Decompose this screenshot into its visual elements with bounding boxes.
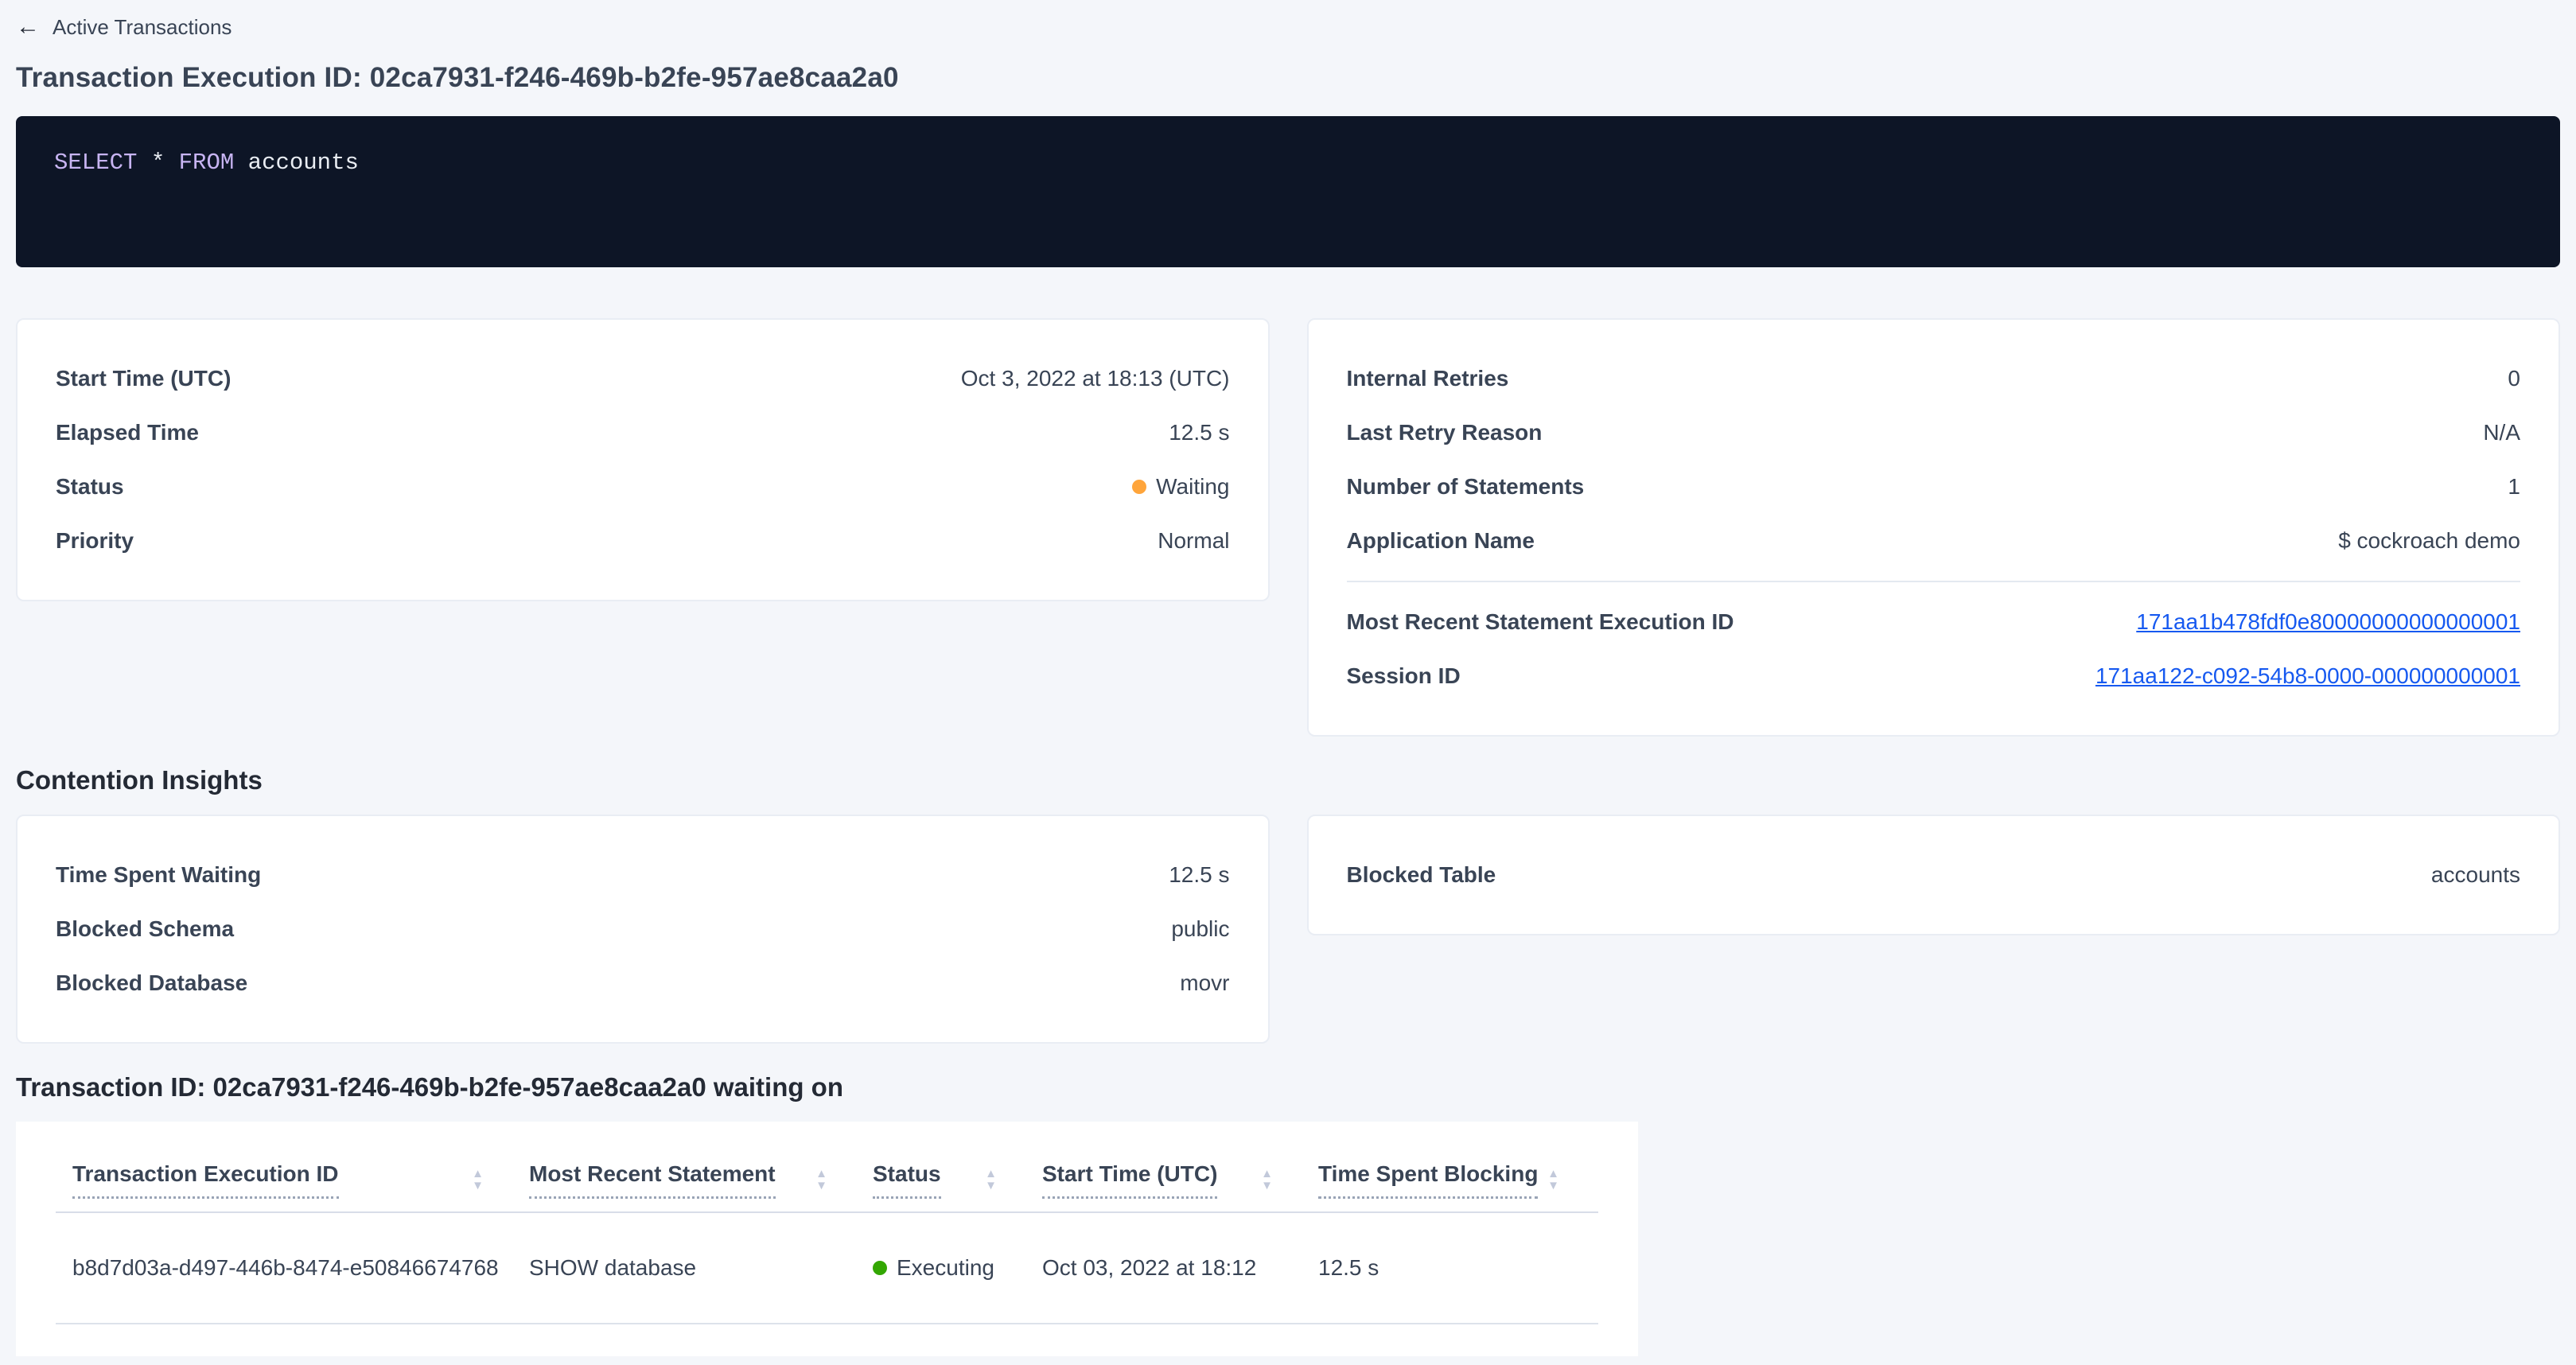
time-spent-waiting-label: Time Spent Waiting	[56, 862, 261, 888]
transaction-details-page: ← Active Transactions Transaction Execut…	[0, 0, 2576, 1356]
executing-status-dot-icon	[873, 1261, 887, 1275]
column-header-start-time[interactable]: Start Time (UTC) ▲▼	[1025, 1161, 1302, 1199]
page-title: Transaction Execution ID: 02ca7931-f246-…	[16, 62, 2560, 94]
status-text: Waiting	[1156, 474, 1229, 500]
blocked-database-row: Blocked Database movr	[56, 956, 1230, 1010]
column-header-most-recent-statement[interactable]: Most Recent Statement ▲▼	[512, 1161, 856, 1199]
application-name-label: Application Name	[1347, 528, 1535, 554]
executing-status-text: Executing	[897, 1255, 994, 1281]
summary-cards-row: Start Time (UTC) Oct 3, 2022 at 18:13 (U…	[16, 318, 2560, 737]
start-time-row: Start Time (UTC) Oct 3, 2022 at 18:13 (U…	[56, 352, 1230, 406]
statement-count-label: Number of Statements	[1347, 474, 1585, 500]
table-row: b8d7d03a-d497-446b-8474-e50846674768 SHO…	[56, 1213, 1598, 1324]
waiting-table-header-row: Transaction Execution ID ▲▼ Most Recent …	[56, 1122, 1598, 1213]
statement-count-row: Number of Statements 1	[1347, 460, 2521, 514]
priority-label: Priority	[56, 528, 134, 554]
session-id-row: Session ID 171aa122-c092-54b8-0000-00000…	[1347, 649, 2521, 703]
sql-statement-box: SELECT * FROM accounts	[16, 116, 2560, 267]
blocked-schema-row: Blocked Schema public	[56, 902, 1230, 956]
blocked-table-row: Blocked Table accounts	[1347, 848, 2521, 902]
card-divider	[1347, 581, 2521, 582]
waiting-on-heading: Transaction ID: 02ca7931-f246-469b-b2fe-…	[16, 1072, 2560, 1102]
sql-table-name: accounts	[248, 150, 359, 176]
statement-count-value: 1	[2508, 474, 2520, 500]
internal-retries-value: 0	[2508, 366, 2520, 391]
contention-cards-row: Time Spent Waiting 12.5 s Blocked Schema…	[16, 815, 2560, 1044]
sql-keyword-from: FROM	[179, 150, 235, 176]
column-header-time-spent-blocking[interactable]: Time Spent Blocking ▲▼	[1302, 1161, 1588, 1199]
last-retry-reason-value: N/A	[2483, 420, 2520, 445]
blocked-table-label: Blocked Table	[1347, 862, 1496, 888]
internal-retries-row: Internal Retries 0	[1347, 352, 2521, 406]
column-label: Most Recent Statement	[529, 1161, 776, 1199]
elapsed-time-label: Elapsed Time	[56, 420, 199, 445]
status-value: Waiting	[1132, 474, 1229, 500]
transaction-details-card: Internal Retries 0 Last Retry Reason N/A…	[1307, 318, 2561, 737]
back-arrow-icon: ←	[16, 15, 40, 39]
elapsed-time-value: 12.5 s	[1169, 420, 1229, 445]
internal-retries-label: Internal Retries	[1347, 366, 1509, 391]
cell-start-time: Oct 03, 2022 at 18:12	[1025, 1255, 1302, 1281]
contention-insights-heading: Contention Insights	[16, 765, 2560, 795]
cell-most-recent-statement: SHOW database	[512, 1255, 856, 1281]
sql-keyword-select: SELECT	[54, 150, 137, 176]
session-id-link[interactable]: 171aa122-c092-54b8-0000-000000000001	[2095, 663, 2520, 689]
sort-icon: ▲▼	[985, 1169, 997, 1191]
sort-icon: ▲▼	[815, 1169, 827, 1191]
statement-execution-id-row: Most Recent Statement Execution ID 171aa…	[1347, 595, 2521, 649]
back-link-label: Active Transactions	[53, 15, 232, 40]
time-spent-waiting-row: Time Spent Waiting 12.5 s	[56, 848, 1230, 902]
cell-status: Executing	[856, 1255, 1025, 1281]
sql-star: *	[151, 150, 165, 176]
elapsed-time-row: Elapsed Time 12.5 s	[56, 406, 1230, 460]
column-label: Status	[873, 1161, 941, 1199]
column-label: Transaction Execution ID	[72, 1161, 339, 1199]
start-time-value: Oct 3, 2022 at 18:13 (UTC)	[961, 366, 1230, 391]
application-name-value: $ cockroach demo	[2338, 528, 2520, 554]
transaction-overview-card: Start Time (UTC) Oct 3, 2022 at 18:13 (U…	[16, 318, 1270, 601]
contention-right-card: Blocked Table accounts	[1307, 815, 2561, 935]
status-label: Status	[56, 474, 124, 500]
last-retry-reason-row: Last Retry Reason N/A	[1347, 406, 2521, 460]
priority-row: Priority Normal	[56, 514, 1230, 568]
sort-icon: ▲▼	[1547, 1169, 1559, 1191]
column-header-status[interactable]: Status ▲▼	[856, 1161, 1025, 1199]
cell-time-spent-blocking: 12.5 s	[1302, 1255, 1588, 1281]
blocked-table-value: accounts	[2431, 862, 2520, 888]
statement-execution-id-link[interactable]: 171aa1b478fdf0e80000000000000001	[2136, 609, 2520, 635]
status-row: Status Waiting	[56, 460, 1230, 514]
back-to-active-transactions-link[interactable]: ← Active Transactions	[16, 11, 232, 43]
time-spent-waiting-value: 12.5 s	[1169, 862, 1229, 888]
waiting-status-dot-icon	[1132, 480, 1146, 494]
application-name-row: Application Name $ cockroach demo	[1347, 514, 2521, 568]
blocked-database-label: Blocked Database	[56, 970, 247, 996]
blocked-database-value: movr	[1180, 970, 1229, 996]
start-time-label: Start Time (UTC)	[56, 366, 231, 391]
cell-transaction-execution-id: b8d7d03a-d497-446b-8474-e50846674768	[56, 1255, 512, 1281]
column-label: Start Time (UTC)	[1042, 1161, 1217, 1199]
blocked-schema-label: Blocked Schema	[56, 916, 234, 942]
blocked-schema-value: public	[1171, 916, 1229, 942]
statement-execution-id-label: Most Recent Statement Execution ID	[1347, 609, 1734, 635]
waiting-on-table: Transaction Execution ID ▲▼ Most Recent …	[16, 1122, 1638, 1356]
last-retry-reason-label: Last Retry Reason	[1347, 420, 1543, 445]
session-id-label: Session ID	[1347, 663, 1461, 689]
contention-left-card: Time Spent Waiting 12.5 s Blocked Schema…	[16, 815, 1270, 1044]
sort-icon: ▲▼	[1261, 1169, 1273, 1191]
priority-value: Normal	[1158, 528, 1229, 554]
column-label: Time Spent Blocking	[1318, 1161, 1538, 1199]
sort-icon: ▲▼	[472, 1169, 484, 1191]
column-header-transaction-execution-id[interactable]: Transaction Execution ID ▲▼	[56, 1161, 512, 1199]
